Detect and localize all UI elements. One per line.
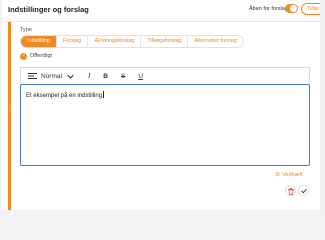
- attach-label: Vedhæft: [282, 171, 303, 178]
- trash-icon: [287, 187, 294, 195]
- card-header: Indstillinger og forslag Åben for forsla…: [6, 0, 316, 20]
- type-option-indstilling[interactable]: Indstilling: [21, 36, 57, 47]
- attach-link[interactable]: ⊘ Vedhæft: [275, 171, 303, 179]
- type-option-alternativt-forslag[interactable]: Alternativt forslag: [188, 36, 243, 47]
- align-icon[interactable]: [28, 72, 37, 80]
- open-for-suggestions-label: Åben for forslag: [249, 6, 288, 12]
- public-checkbox-row[interactable]: ✓ Offentligt: [20, 52, 52, 60]
- text-caret: [102, 91, 104, 98]
- type-selector: Indstilling Forslag Ændringsforslag Till…: [20, 35, 244, 48]
- text-style-select[interactable]: Normal: [41, 73, 62, 80]
- type-option-tillaegsforslag[interactable]: Tillægsforslag: [141, 36, 189, 47]
- page-title: Indstillinger og forslag: [8, 5, 89, 14]
- paperclip-icon: ⊘: [275, 172, 281, 178]
- confirm-button[interactable]: [298, 185, 309, 196]
- editor-content[interactable]: Et eksempel på en indstilling: [26, 91, 104, 99]
- public-label: Offentligt: [30, 53, 52, 59]
- toggle-knob: [290, 5, 297, 12]
- bold-button[interactable]: B: [103, 73, 108, 80]
- open-for-suggestions-toggle[interactable]: [285, 4, 298, 13]
- editor-text: Et eksempel på en indstilling: [26, 93, 103, 99]
- delete-button[interactable]: [285, 185, 296, 196]
- checkmark-icon: [300, 188, 307, 194]
- type-option-aendringsforslag[interactable]: Ændringsforslag: [88, 36, 142, 47]
- page-scrollbar[interactable]: [320, 0, 325, 216]
- chevron-down-icon[interactable]: [67, 74, 74, 79]
- italic-button[interactable]: I: [88, 72, 90, 80]
- text-editor[interactable]: Et eksempel på en indstilling: [20, 84, 310, 166]
- editor-toolbar: Normal I B S U: [20, 67, 310, 84]
- type-option-forslag[interactable]: Forslag: [57, 36, 89, 47]
- check-icon[interactable]: ✓: [20, 52, 27, 60]
- underline-button[interactable]: U: [138, 73, 143, 80]
- type-label: Type: [20, 27, 32, 33]
- strikethrough-button[interactable]: S: [121, 73, 125, 80]
- drag-handle-icon[interactable]: ⁞ ⁞: [9, 105, 12, 120]
- header-divider: [2, 21, 320, 22]
